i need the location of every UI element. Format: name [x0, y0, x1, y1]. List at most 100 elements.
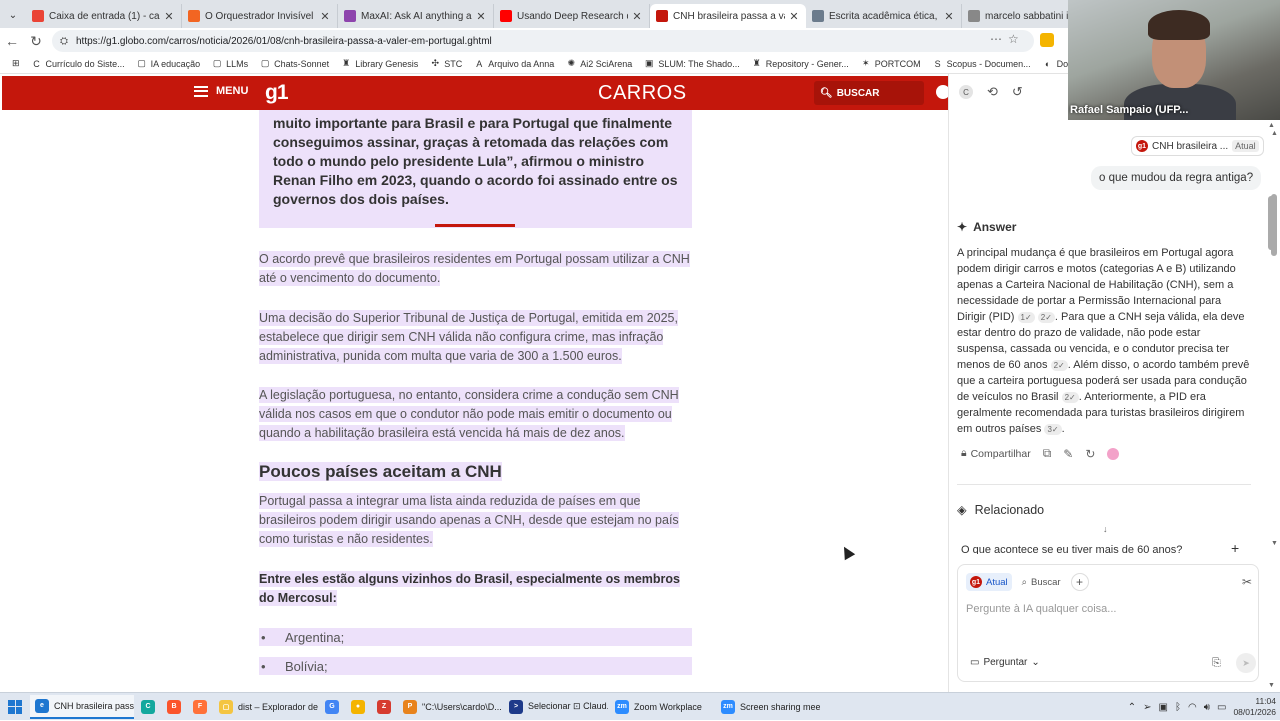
taskbar-app[interactable]: Z: [372, 695, 396, 719]
taskbar-app[interactable]: G: [320, 695, 344, 719]
chevron-up-icon[interactable]: ⌃: [1128, 702, 1136, 713]
regenerate-icon[interactable]: ↻: [1085, 447, 1095, 461]
battery-icon[interactable]: ▭: [1217, 702, 1226, 713]
bookmark-item[interactable]: A Arquivo da Anna: [468, 59, 560, 69]
send-icon[interactable]: ➢: [1143, 702, 1151, 713]
tab-close-icon[interactable]: ✕: [631, 10, 643, 23]
add-related-icon[interactable]: +: [1231, 540, 1239, 556]
assistant-model-icon[interactable]: [1107, 447, 1120, 460]
g1-logo[interactable]: g1: [265, 81, 288, 105]
page-scrollbar[interactable]: [1268, 196, 1274, 250]
quote-block: muito importante para Brasil e para Port…: [259, 110, 692, 228]
taskbar-app[interactable]: e CNH brasileira pass...: [30, 694, 134, 719]
scissors-icon[interactable]: ✂: [1242, 575, 1252, 589]
clock[interactable]: 11:04 08/01/2026: [1233, 696, 1276, 718]
assistant-avatar[interactable]: C: [959, 85, 973, 99]
tab-close-icon[interactable]: ✕: [163, 10, 175, 23]
quote-text: muito importante para Brasil e para Port…: [273, 115, 678, 207]
bookmark-item[interactable]: ♜ Repository - Gener...: [746, 58, 855, 69]
taskbar-app[interactable]: B: [162, 695, 186, 719]
scroll-up-icon[interactable]: ▲: [1271, 130, 1278, 137]
chat-input[interactable]: [966, 603, 1246, 615]
browser-tab[interactable]: Escrita acadêmica ética, resp✕: [806, 4, 962, 28]
bookmark-item[interactable]: ✣ STC: [424, 58, 468, 69]
scroll-to-bottom-icon[interactable]: ↓: [1103, 524, 1108, 534]
windows-logo-icon: [8, 699, 22, 714]
tab-close-icon[interactable]: ✕: [475, 10, 487, 23]
page-scroll-down-icon[interactable]: ▼: [1268, 682, 1275, 689]
citation-badge[interactable]: 2✓: [1050, 359, 1068, 371]
paragraph-4-text: Portugal passa a integrar uma lista aind…: [259, 493, 679, 547]
menu-button[interactable]: MENU: [194, 85, 248, 97]
bookmark-item[interactable]: ♜ Library Genesis: [335, 58, 424, 69]
citation-badge[interactable]: 1✓: [1017, 311, 1035, 323]
taskbar-app[interactable]: F: [188, 695, 212, 719]
search-chip[interactable]: ⌕ Buscar: [1018, 573, 1065, 591]
mode-dropdown[interactable]: ▭ Perguntar ⌄: [970, 657, 1040, 668]
browser-tab[interactable]: O Orquestrador Invisível - R✕: [182, 4, 338, 28]
new-chat-icon[interactable]: ↺: [1012, 84, 1023, 100]
bookmark-star-icon[interactable]: ☆: [1008, 32, 1019, 46]
taskbar-app[interactable]: P "C:\Users\cardo\D...: [398, 695, 502, 719]
bookmark-item[interactable]: ✶ PORTCOM: [855, 58, 927, 69]
paragraph-5: Entre eles estão alguns vizinhos do Bras…: [259, 570, 692, 608]
taskbar-app[interactable]: zm Screen sharing mee...: [716, 695, 820, 719]
related-question[interactable]: O que acontece se eu tiver mais de 60 an…: [961, 544, 1243, 554]
tray-app-icon[interactable]: ▣: [1159, 702, 1168, 713]
extension-menu-icon[interactable]: ⋯: [990, 32, 1002, 46]
tab-search-icon[interactable]: ⌄: [0, 2, 26, 28]
scroll-down-icon[interactable]: ▼: [1271, 540, 1278, 547]
bookmark-label: Library Genesis: [355, 58, 419, 69]
bookmark-item[interactable]: S Scopus - Documen...: [927, 59, 1037, 69]
bookmark-item[interactable]: ▢ LLMs: [206, 58, 254, 69]
start-button[interactable]: [0, 699, 30, 714]
apps-icon[interactable]: ⊞: [6, 58, 26, 69]
browser-tab[interactable]: Usando Deep Research do c✕: [494, 4, 650, 28]
address-bar[interactable]: ⛭ https://g1.globo.com/carros/noticia/20…: [52, 30, 1034, 52]
browser-tab[interactable]: CNH brasileira passa a valer✕: [650, 4, 806, 28]
search-button[interactable]: 🔍︎ BUSCAR: [814, 81, 924, 105]
taskbar-app[interactable]: ▢ dist – Explorador de...: [214, 695, 318, 719]
bookmark-item[interactable]: C Currículo do Siste...: [26, 59, 131, 69]
bookmark-item[interactable]: ✺ Ai2 SciArena: [560, 58, 638, 69]
edit-icon[interactable]: ✎: [1063, 447, 1073, 461]
tab-close-icon[interactable]: ✕: [319, 10, 331, 23]
bookmark-item[interactable]: ▢ Chats-Sonnet: [254, 58, 335, 69]
taskbar-app[interactable]: > Selecionar ⊡ Claud...: [504, 695, 608, 719]
bookmark-label: PORTCOM: [874, 58, 921, 69]
volume-icon[interactable]: 🔊︎: [1204, 702, 1210, 713]
current-page-chip[interactable]: g1 Atual: [966, 573, 1012, 591]
taskbar-app-icon: zm: [721, 699, 735, 714]
citation-badge[interactable]: 2✓: [1037, 311, 1055, 323]
bookmarks-bar: ⊞ C Currículo do Siste... ▢ IA educação ▢ LLM…: [0, 54, 1116, 74]
bookmark-item[interactable]: ▣ SLUM: The Shado...: [638, 58, 745, 69]
attach-icon[interactable]: ⎘: [1212, 657, 1221, 670]
extension-icon[interactable]: [1040, 33, 1054, 47]
history-icon[interactable]: ⟲: [987, 84, 998, 100]
add-context-icon[interactable]: +: [1070, 573, 1089, 591]
share-button[interactable]: 🔒︎ Compartilhar: [961, 447, 1031, 460]
page-scroll-up-icon[interactable]: ▲: [1268, 122, 1275, 129]
taskbar-app[interactable]: zm Zoom Workplace: [610, 695, 714, 719]
taskbar-app[interactable]: ●: [346, 695, 370, 719]
browser-tab[interactable]: MaxAI: Ask AI anything as yo✕: [338, 4, 494, 28]
bookmark-item[interactable]: ▢ IA educação: [131, 58, 207, 69]
browser-tab[interactable]: Caixa de entrada (1) - cardoso✕: [26, 4, 182, 28]
bookmark-icon: C: [33, 58, 40, 69]
tab-close-icon[interactable]: ✕: [788, 10, 800, 23]
copy-icon[interactable]: ⧉: [1043, 446, 1052, 461]
taskbar-app[interactable]: C: [136, 695, 160, 719]
page-context-chip[interactable]: g1 CNH brasileira ... Atual: [1131, 136, 1264, 156]
bookmark-label: SLUM: The Shado...: [658, 58, 740, 69]
send-button[interactable]: ➤: [1236, 653, 1256, 673]
citation-badge[interactable]: 2✓: [1061, 391, 1079, 403]
back-icon[interactable]: ←: [0, 29, 24, 53]
citation-badge[interactable]: 3✓: [1044, 423, 1062, 435]
bluetooth-icon[interactable]: ᛒ: [1175, 702, 1181, 713]
section-title[interactable]: CARROS: [598, 82, 687, 105]
tab-close-icon[interactable]: ✕: [943, 10, 955, 23]
wifi-icon[interactable]: ◠: [1188, 702, 1197, 713]
url-text[interactable]: https://g1.globo.com/carros/noticia/2026…: [76, 36, 492, 47]
site-info-icon[interactable]: ⛭: [60, 36, 68, 47]
reload-icon[interactable]: ↻: [24, 29, 48, 53]
